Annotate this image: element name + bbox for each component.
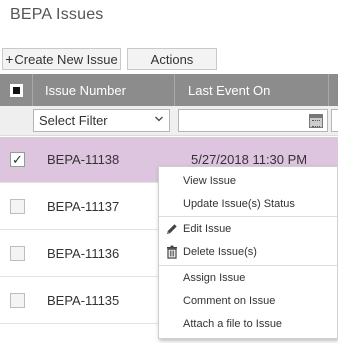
menu-item-assign-issue[interactable]: Assign Issue: [159, 268, 337, 288]
issue-number-filter-select[interactable]: Select Filter: [33, 109, 170, 132]
column-header-last-event-on[interactable]: Last Event On: [175, 74, 329, 106]
actions-button[interactable]: Actions: [127, 48, 217, 70]
context-menu: View Issue Update Issue(s) Status Edit I…: [158, 166, 338, 339]
select-all-checkbox[interactable]: [0, 74, 33, 106]
menu-item-view-issue[interactable]: View Issue: [159, 171, 337, 191]
issue-number-cell[interactable]: BEPA-11136: [47, 246, 119, 261]
calendar-icon[interactable]: [309, 114, 323, 128]
pencil-icon: [167, 224, 177, 234]
menu-item-comment-on-issue[interactable]: Comment on Issue: [159, 291, 337, 311]
grid-header: Issue Number Last Event On: [0, 74, 338, 106]
checkmark-icon: ✓: [12, 152, 23, 167]
issue-number-cell[interactable]: BEPA-11138: [47, 152, 119, 167]
issue-number-cell[interactable]: BEPA-11137: [47, 199, 119, 214]
filter-row: Select Filter: [0, 106, 338, 136]
last-event-date-filter-input[interactable]: [178, 109, 328, 132]
menu-item-attach-file[interactable]: Attach a file to Issue: [159, 314, 337, 334]
menu-item-edit-issue[interactable]: Edit Issue: [159, 219, 337, 239]
page-title: BEPA Issues: [10, 6, 104, 23]
menu-item-label: Edit Issue: [183, 223, 232, 235]
create-new-issue-button[interactable]: + Create New Issue: [2, 48, 121, 70]
menu-item-delete-issue[interactable]: Delete Issue(s): [159, 242, 337, 262]
menu-divider: [159, 216, 337, 217]
row-checkbox[interactable]: ✓: [10, 152, 25, 167]
row-checkbox[interactable]: [10, 293, 25, 308]
issue-number-filter-value: Select Filter: [39, 113, 108, 128]
trash-icon: [167, 245, 177, 259]
row-checkbox[interactable]: [10, 246, 25, 261]
menu-item-update-status[interactable]: Update Issue(s) Status: [159, 194, 337, 214]
row-checkbox[interactable]: [10, 199, 25, 214]
column-header-issue-number[interactable]: Issue Number: [33, 74, 175, 106]
create-new-issue-label: Create New Issue: [14, 51, 118, 67]
last-event-cell: 5/27/2018 11:30 PM: [191, 152, 308, 167]
menu-item-label: Delete Issue(s): [183, 246, 257, 258]
issue-number-cell[interactable]: BEPA-11135: [47, 293, 119, 308]
chevron-down-icon: [155, 116, 163, 122]
plus-icon: +: [5, 51, 14, 67]
next-column-filter-input[interactable]: [331, 109, 338, 132]
menu-divider: [159, 265, 337, 266]
